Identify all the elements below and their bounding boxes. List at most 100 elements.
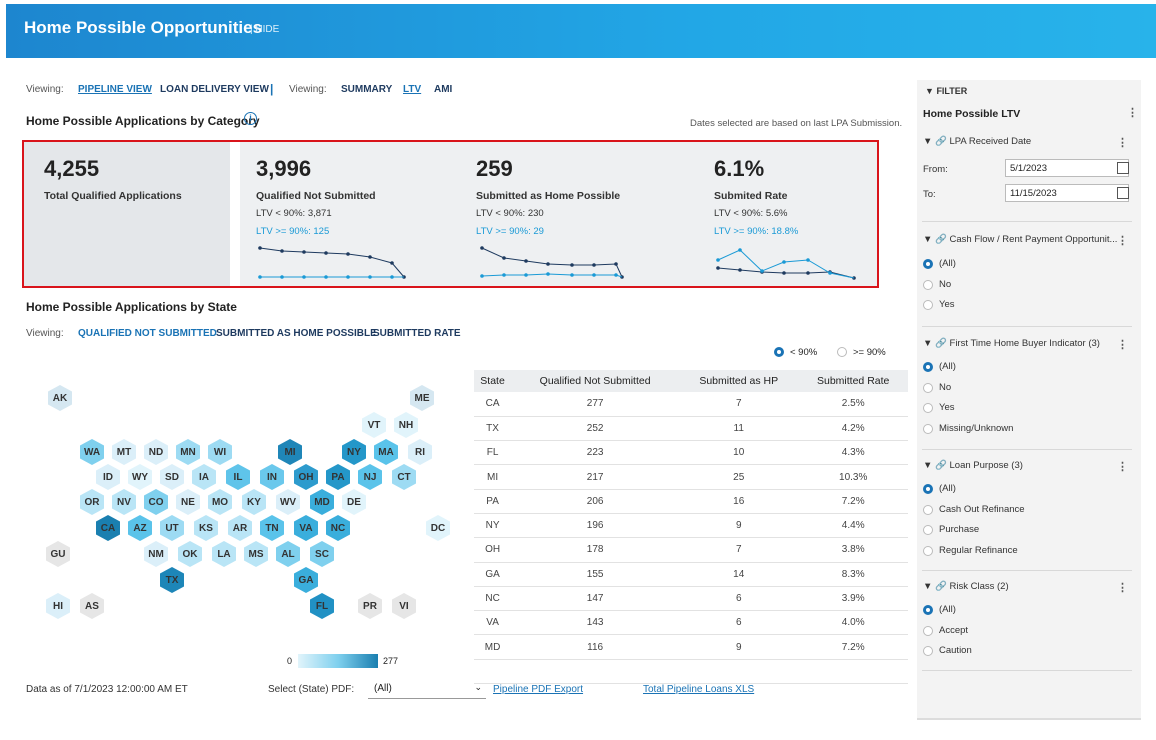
tab-ami[interactable]: AMI: [434, 84, 452, 95]
risk-option-label[interactable]: Caution: [939, 645, 972, 656]
first-time-option-label[interactable]: (All): [939, 361, 956, 372]
risk-option-label[interactable]: (All): [939, 604, 956, 615]
table-header[interactable]: Qualified Not Submitted: [511, 370, 680, 392]
risk-radio[interactable]: [923, 625, 933, 636]
lpa-more-icon[interactable]: ⋮: [1117, 136, 1128, 149]
calendar-icon[interactable]: [1117, 187, 1129, 199]
state-hex-wy[interactable]: WY: [128, 464, 152, 490]
first-time-radio[interactable]: [923, 403, 933, 413]
table-row[interactable]: NY 196 9 4.4%: [474, 513, 908, 539]
state-hex-ok[interactable]: OK: [178, 541, 202, 567]
risk-more-icon[interactable]: ⋮: [1117, 581, 1128, 594]
state-hex-id[interactable]: ID: [96, 464, 120, 490]
purpose-option-label[interactable]: Regular Refinance: [939, 545, 1018, 556]
cashflow-option-label[interactable]: No: [939, 279, 951, 290]
state-hex-nv[interactable]: NV: [112, 489, 136, 515]
state-hex-pa[interactable]: PA: [326, 464, 350, 490]
state-hex-ut[interactable]: UT: [160, 515, 184, 541]
cashflow-more-icon[interactable]: ⋮: [1117, 234, 1128, 247]
total-pipeline-xls-link[interactable]: Total Pipeline Loans XLS: [643, 684, 754, 695]
state-hex-vt[interactable]: VT: [362, 412, 386, 438]
state-hex-mi[interactable]: MI: [278, 439, 302, 465]
cashflow-radio[interactable]: [923, 300, 933, 310]
state-hex-ky[interactable]: KY: [242, 489, 266, 515]
tab-ltv[interactable]: LTV: [403, 84, 421, 95]
state-hex-nj[interactable]: NJ: [358, 464, 382, 490]
state-hex-md[interactable]: MD: [310, 489, 334, 515]
table-row[interactable]: TX 252 11 4.2%: [474, 416, 908, 442]
first-time-radio[interactable]: [923, 423, 933, 434]
table-header[interactable]: State: [474, 370, 512, 392]
risk-radio[interactable]: [923, 646, 933, 656]
purpose-radio[interactable]: [923, 545, 933, 556]
state-hex-hi[interactable]: HI: [46, 593, 70, 619]
first-time-more-icon[interactable]: ⋮: [1117, 338, 1128, 351]
state-hex-in[interactable]: IN: [260, 464, 284, 490]
tab-loan-delivery-view[interactable]: LOAN DELIVERY VIEW: [160, 84, 269, 95]
tab-pipeline-view[interactable]: PIPELINE VIEW: [78, 84, 152, 95]
state-hex-nd[interactable]: ND: [144, 439, 168, 465]
state-hex-de[interactable]: DE: [342, 489, 366, 515]
state-hex-nc[interactable]: NC: [326, 515, 350, 541]
state-pdf-select[interactable]: (All) ⌄: [368, 679, 486, 699]
first-time-radio[interactable]: [923, 362, 933, 372]
pipeline-pdf-export-link[interactable]: Pipeline PDF Export: [493, 684, 583, 695]
state-hex-nh[interactable]: NH: [394, 412, 418, 438]
state-hex-sc[interactable]: SC: [310, 541, 334, 567]
table-row[interactable]: FL 223 10 4.3%: [474, 440, 908, 466]
table-header[interactable]: Submitted Rate: [798, 370, 908, 392]
state-hex-ms[interactable]: MS: [244, 541, 268, 567]
risk-radio[interactable]: [923, 605, 933, 615]
table-row[interactable]: MI 217 25 10.3%: [474, 464, 908, 490]
cashflow-radio[interactable]: [923, 259, 933, 269]
first-time-option-label[interactable]: No: [939, 382, 951, 393]
info-icon[interactable]: i: [244, 112, 257, 125]
state-hex-wa[interactable]: WA: [80, 439, 104, 465]
state-hex-tn[interactable]: TN: [260, 515, 284, 541]
state-hex-vi[interactable]: VI: [392, 593, 416, 619]
table-row[interactable]: MD 116 9 7.2%: [474, 634, 908, 660]
radio-lt90[interactable]: [774, 347, 784, 357]
state-hex-la[interactable]: LA: [212, 541, 236, 567]
state-hex-sd[interactable]: SD: [160, 464, 184, 490]
state-hex-ne[interactable]: NE: [176, 489, 200, 515]
state-hex-ct[interactable]: CT: [392, 464, 416, 490]
state-hex-nm[interactable]: NM: [144, 541, 168, 567]
purpose-header[interactable]: ▼ 🔗 Loan Purpose (3): [923, 460, 1023, 471]
state-hex-dc[interactable]: DC: [426, 515, 450, 541]
state-hex-ia[interactable]: IA: [192, 464, 216, 490]
hide-link[interactable]: | HIDE: [250, 24, 279, 35]
table-row[interactable]: OH 178 7 3.8%: [474, 537, 908, 563]
purpose-option-label[interactable]: Cash Out Refinance: [939, 504, 1025, 515]
to-date-input[interactable]: 11/15/2023: [1005, 184, 1129, 202]
table-header[interactable]: Submitted as HP: [679, 370, 799, 392]
state-hex-fl[interactable]: FL: [310, 593, 334, 619]
table-row[interactable]: VA 143 6 4.0%: [474, 610, 908, 636]
purpose-more-icon[interactable]: ⋮: [1117, 460, 1128, 473]
state-hex-as[interactable]: AS: [80, 593, 104, 619]
first-time-option-label[interactable]: Missing/Unknown: [939, 423, 1013, 434]
state-hex-il[interactable]: IL: [226, 464, 250, 490]
table-row[interactable]: CA 277 7 2.5%: [474, 392, 908, 417]
calendar-icon[interactable]: [1117, 162, 1129, 174]
state-hex-mt[interactable]: MT: [112, 439, 136, 465]
from-date-input[interactable]: 5/1/2023: [1005, 159, 1129, 177]
state-hex-ga[interactable]: GA: [294, 567, 318, 593]
tab-submitted-as-hp[interactable]: SUBMITTED AS HOME POSSIBLE: [216, 328, 377, 339]
cashflow-radio[interactable]: [923, 279, 933, 290]
state-hex-mn[interactable]: MN: [176, 439, 200, 465]
state-hex-ak[interactable]: AK: [48, 385, 72, 411]
tab-summary[interactable]: SUMMARY: [341, 84, 392, 95]
state-hex-or[interactable]: OR: [80, 489, 104, 515]
state-hex-wi[interactable]: WI: [208, 439, 232, 465]
state-hex-co[interactable]: CO: [144, 489, 168, 515]
lpa-date-header[interactable]: ▼ 🔗 LPA Received Date: [923, 136, 1031, 147]
more-icon[interactable]: ⋮: [1127, 106, 1138, 119]
state-hex-ca[interactable]: CA: [96, 515, 120, 541]
purpose-option-label[interactable]: (All): [939, 483, 956, 494]
table-row[interactable]: PA 206 16 7.2%: [474, 489, 908, 514]
state-hex-me[interactable]: ME: [410, 385, 434, 411]
state-hex-pr[interactable]: PR: [358, 593, 382, 619]
tab-submitted-rate[interactable]: SUBMITTED RATE: [373, 328, 461, 339]
state-hex-oh[interactable]: OH: [294, 464, 318, 490]
